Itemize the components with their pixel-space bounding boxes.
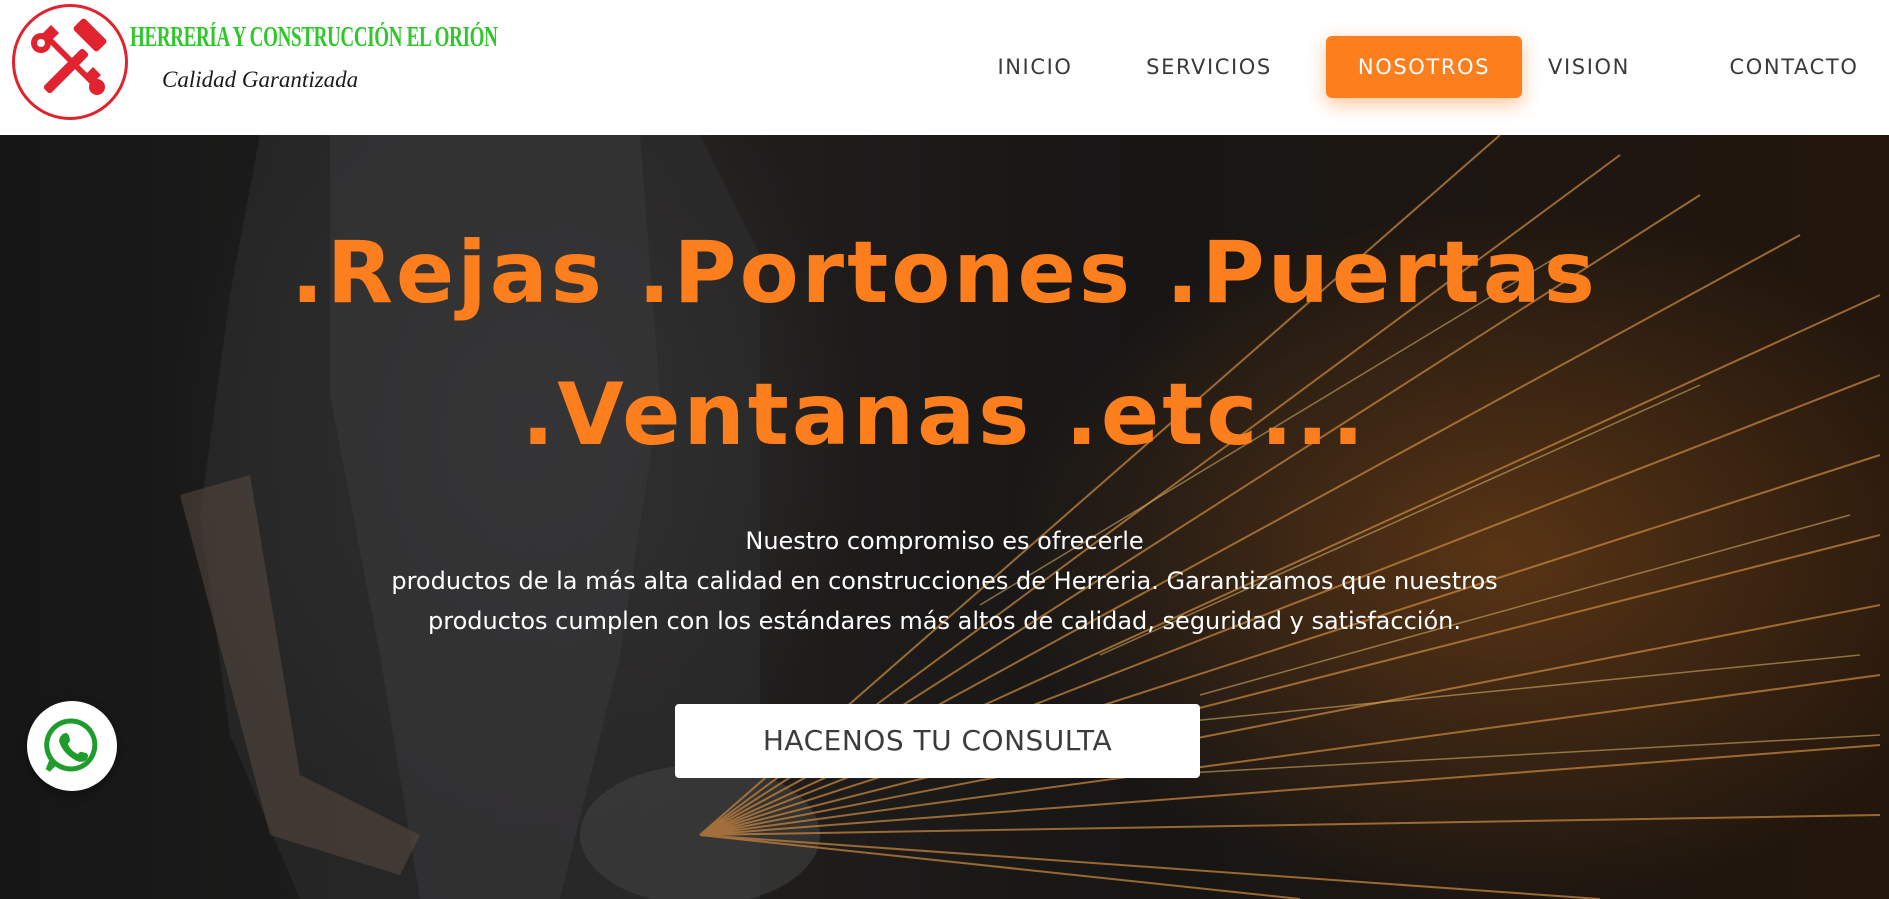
whatsapp-icon	[44, 718, 98, 772]
site-header: HERRERÍA Y CONSTRUCCIÓN EL ORIÓN Calidad…	[0, 0, 1889, 135]
hero-title-line2: .Ventanas .etc...	[521, 365, 1368, 465]
hero-text-line1: Nuestro compromiso es ofrecerle	[745, 527, 1144, 555]
nav-inicio[interactable]: INICIO	[973, 36, 1097, 98]
hero-text-line3: productos cumplen con los estándares más…	[428, 607, 1461, 635]
whatsapp-button[interactable]	[27, 701, 117, 791]
nav-contacto[interactable]: CONTACTO	[1699, 36, 1889, 98]
logo-emblem	[12, 4, 128, 120]
hero-text-line2: productos de la más alta calidad en cons…	[391, 567, 1498, 595]
nav-nosotros[interactable]: NOSOTROS	[1326, 36, 1522, 98]
nav-vision[interactable]: VISION	[1529, 36, 1649, 98]
brand-slogan: Calidad Garantizada	[162, 67, 359, 92]
hero-title-line1: .Rejas .Portones .Puertas	[291, 223, 1598, 323]
nav-servicios[interactable]: SERVICIOS	[1123, 36, 1295, 98]
crossed-tools-icon	[31, 18, 107, 95]
brand-name: HERRERÍA Y CONSTRUCCIÓN EL ORIÓN	[130, 22, 498, 53]
site-logo[interactable]: HERRERÍA Y CONSTRUCCIÓN EL ORIÓN Calidad…	[12, 4, 498, 128]
hero-banner: .Rejas .Portones .Puertas .Ventanas .etc…	[0, 135, 1889, 899]
consult-button[interactable]: HACENOS TU CONSULTA	[675, 704, 1200, 778]
